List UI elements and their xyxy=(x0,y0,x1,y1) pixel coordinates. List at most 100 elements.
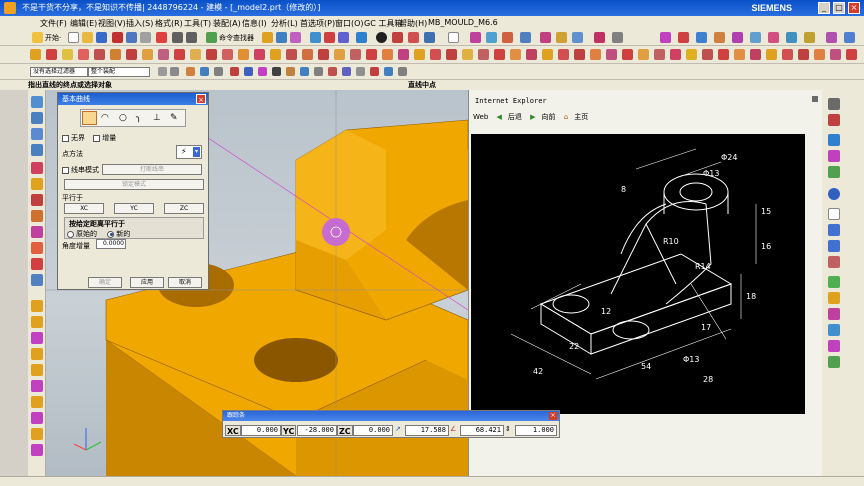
snap-midpoint-icon[interactable] xyxy=(244,67,253,76)
subtract-icon[interactable] xyxy=(222,49,233,60)
view-fit-icon[interactable] xyxy=(310,32,321,43)
tool-d-icon[interactable] xyxy=(408,32,419,43)
right-tool-9-icon[interactable] xyxy=(828,240,840,252)
menu-window[interactable]: 窗口(O) xyxy=(335,18,364,29)
resource-nav-13-icon[interactable] xyxy=(31,300,43,312)
yc-field[interactable]: -28.000 xyxy=(297,425,337,436)
fillet-icon[interactable]: ╮ xyxy=(136,113,141,123)
thicken-icon[interactable] xyxy=(830,49,841,60)
right-tool-10-icon[interactable] xyxy=(828,256,840,268)
edit-fillet-icon[interactable]: ✎ xyxy=(170,113,178,123)
right-tool-2-icon[interactable] xyxy=(828,114,840,126)
menu-assembly[interactable]: 装配(A) xyxy=(213,18,241,29)
snap-onpoint-icon[interactable] xyxy=(314,67,323,76)
resource-nav-15-icon[interactable] xyxy=(31,332,43,344)
tool-c-icon[interactable] xyxy=(290,32,301,43)
right-tool-12-icon[interactable] xyxy=(828,292,840,304)
tool-m-icon[interactable] xyxy=(572,32,583,43)
infinite-checkbox[interactable] xyxy=(62,134,69,142)
original-radio[interactable] xyxy=(67,230,74,238)
menu-tools[interactable]: 工具(T) xyxy=(184,18,211,29)
extract-curve-icon[interactable] xyxy=(750,49,761,60)
right-tool-15-icon[interactable] xyxy=(828,340,840,352)
groove-icon[interactable] xyxy=(158,49,169,60)
right-tool-6-icon[interactable] xyxy=(828,188,840,200)
angle-increment-field[interactable]: 0.0000 xyxy=(96,239,126,249)
snap-control-icon[interactable] xyxy=(370,67,379,76)
right-tool-16-icon[interactable] xyxy=(828,356,840,368)
trackbar-close-icon[interactable]: × xyxy=(549,412,557,420)
home-button[interactable]: 主页 xyxy=(574,113,588,121)
intersect-icon[interactable] xyxy=(238,49,249,60)
snap-pole-icon[interactable] xyxy=(356,67,365,76)
start-button[interactable]: 开始· xyxy=(45,33,61,43)
tool-g-icon[interactable] xyxy=(470,32,481,43)
tool-z-icon[interactable] xyxy=(844,32,855,43)
selection-filter-select[interactable]: 没有选择过滤器 xyxy=(30,67,88,77)
resource-nav-22-icon[interactable] xyxy=(31,444,43,456)
circle-icon[interactable]: ○ xyxy=(119,113,127,123)
zoom-icon[interactable] xyxy=(324,32,335,43)
tool-k-icon[interactable] xyxy=(540,32,551,43)
section-view-icon[interactable] xyxy=(392,32,403,43)
minimize-button[interactable]: _ xyxy=(818,2,830,14)
tool-a-icon[interactable] xyxy=(262,32,273,43)
pull-face-icon[interactable] xyxy=(494,49,505,60)
resize-blend-icon[interactable] xyxy=(510,49,521,60)
helix-icon[interactable] xyxy=(638,49,649,60)
hole-icon[interactable] xyxy=(78,49,89,60)
angle-field[interactable]: 68.421 xyxy=(460,425,504,436)
unite-icon[interactable] xyxy=(206,49,217,60)
project-curve-icon[interactable] xyxy=(670,49,681,60)
slot-icon[interactable] xyxy=(142,49,153,60)
mirror-icon[interactable] xyxy=(366,49,377,60)
command-finder-button[interactable]: 命令查找器 xyxy=(219,33,254,43)
menu-analysis[interactable]: 分析(L) xyxy=(271,18,298,29)
offset-curve-icon[interactable] xyxy=(702,49,713,60)
parallel-yc-button[interactable]: YC xyxy=(114,203,154,214)
resource-nav-11-icon[interactable] xyxy=(31,258,43,270)
copy-icon[interactable] xyxy=(126,32,137,43)
shaded-cube-icon[interactable] xyxy=(356,32,367,43)
trim-icon[interactable]: ⊥ xyxy=(153,113,161,123)
resource-nav-6-icon[interactable] xyxy=(31,178,43,190)
forward-arrow-icon[interactable]: ▶ xyxy=(530,113,535,121)
tool-e-icon[interactable] xyxy=(424,32,435,43)
parallel-xc-button[interactable]: XC xyxy=(64,203,104,214)
spline-icon[interactable] xyxy=(622,49,633,60)
pad-icon[interactable] xyxy=(126,49,137,60)
tool-l-icon[interactable] xyxy=(556,32,567,43)
resource-nav-9-icon[interactable] xyxy=(31,226,43,238)
snap-center-icon[interactable] xyxy=(258,67,267,76)
resource-nav-2-icon[interactable] xyxy=(31,112,43,124)
resource-nav-17-icon[interactable] xyxy=(31,364,43,376)
right-tool-7-icon[interactable] xyxy=(828,208,840,220)
n-sided-icon[interactable] xyxy=(814,49,825,60)
trim-sheet-icon[interactable] xyxy=(846,49,857,60)
text-curve-icon[interactable] xyxy=(654,49,665,60)
delete-face-icon[interactable] xyxy=(462,49,473,60)
move-face-icon[interactable] xyxy=(478,49,489,60)
menu-file[interactable]: 文件(F) xyxy=(40,18,67,29)
paste-icon[interactable] xyxy=(140,32,151,43)
snap-onsurface-icon[interactable] xyxy=(342,67,351,76)
snap-extra-icon[interactable] xyxy=(398,67,407,76)
tool-q-icon[interactable] xyxy=(678,32,689,43)
menu-view[interactable]: 视图(V) xyxy=(98,18,126,29)
render-style-icon[interactable] xyxy=(376,32,387,43)
tool-o-icon[interactable] xyxy=(612,32,623,43)
right-tool-13-icon[interactable] xyxy=(828,308,840,320)
point-method-select[interactable]: ⚡ ▾ xyxy=(176,145,202,159)
menu-mb-mould[interactable]: MB_MOULD_M6.6 xyxy=(428,18,498,27)
home-icon[interactable]: ⌂ xyxy=(564,113,568,121)
select-opt-4-icon[interactable] xyxy=(200,67,209,76)
bridge-curve-icon[interactable] xyxy=(718,49,729,60)
rib-icon[interactable] xyxy=(174,49,185,60)
undo-icon[interactable] xyxy=(172,32,183,43)
datum-axis-icon[interactable] xyxy=(558,49,569,60)
ok-button[interactable]: 确定 xyxy=(88,277,122,288)
snap-intersect-icon[interactable] xyxy=(286,67,295,76)
tool-s-icon[interactable] xyxy=(714,32,725,43)
menu-format[interactable]: 格式(R) xyxy=(155,18,183,29)
break-line-string-button[interactable]: 打断线串 xyxy=(102,164,202,175)
